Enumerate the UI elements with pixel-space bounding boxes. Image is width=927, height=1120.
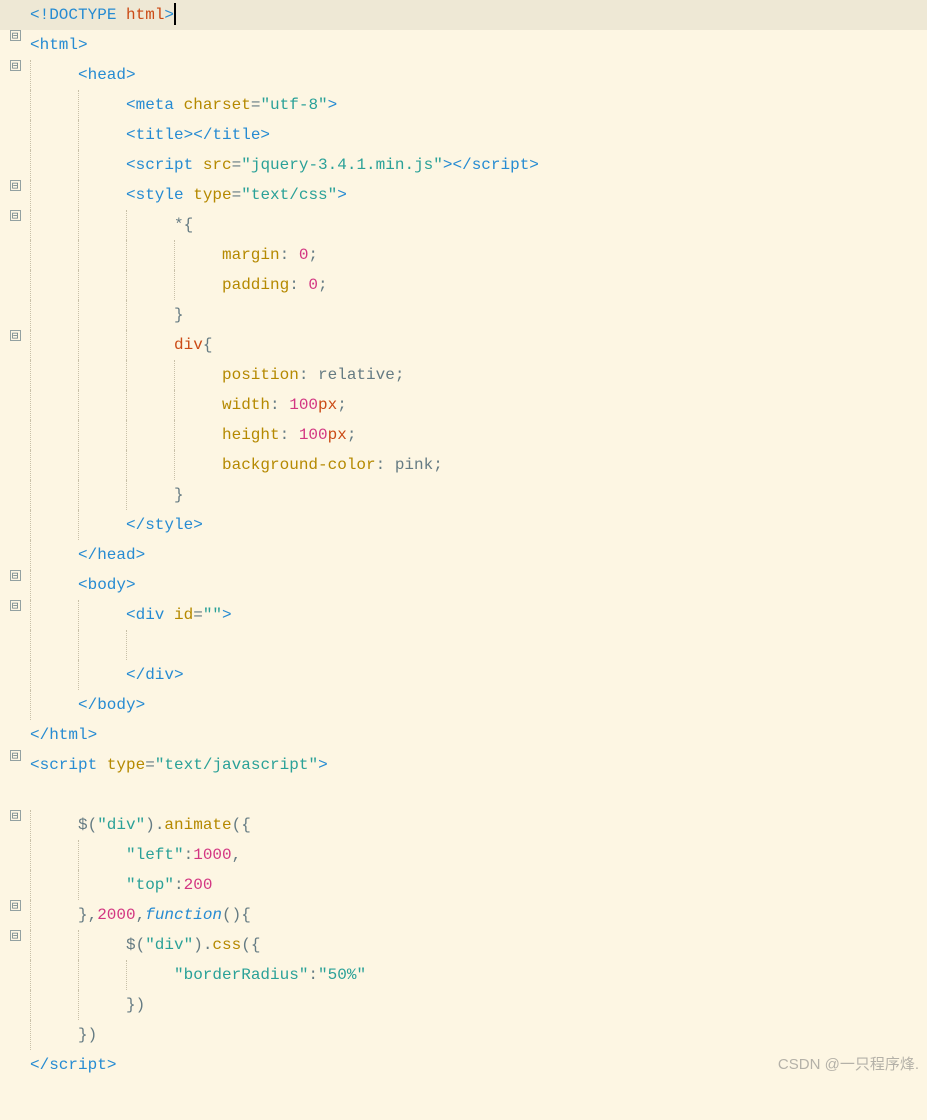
fold-toggle-icon[interactable]: ⊟	[10, 810, 21, 821]
code-line[interactable]: ⊟ *{	[0, 210, 927, 240]
code-line[interactable]: height: 100px;	[0, 420, 927, 450]
code-line[interactable]: </body>	[0, 690, 927, 720]
code-line[interactable]: ⊟ <head>	[0, 60, 927, 90]
code-line[interactable]: <title></title>	[0, 120, 927, 150]
fold-toggle-icon[interactable]: ⊟	[10, 930, 21, 941]
fold-toggle-icon[interactable]: ⊟	[10, 570, 21, 581]
fold-toggle-icon[interactable]: ⊟	[10, 900, 21, 911]
code-line[interactable]: ⊟ <div id="">	[0, 600, 927, 630]
code-line[interactable]: ⊟ $("div").animate({	[0, 810, 927, 840]
code-line[interactable]: "borderRadius":"50%"	[0, 960, 927, 990]
code-line[interactable]	[0, 630, 927, 660]
fold-toggle-icon[interactable]: ⊟	[10, 600, 21, 611]
code-line[interactable]: padding: 0;	[0, 270, 927, 300]
code-line[interactable]: ⊟ <script type="text/javascript">	[0, 750, 927, 780]
code-line[interactable]: ⊟ },2000,function(){	[0, 900, 927, 930]
code-line[interactable]: ⊟ div{	[0, 330, 927, 360]
code-line[interactable]: <meta charset="utf-8">	[0, 90, 927, 120]
fold-toggle-icon[interactable]: ⊟	[10, 60, 21, 71]
code-line[interactable]: </html>	[0, 720, 927, 750]
code-line[interactable]: }	[0, 300, 927, 330]
fold-toggle-icon[interactable]: ⊟	[10, 30, 21, 41]
code-line[interactable]: ⊟ <html>	[0, 30, 927, 60]
code-line[interactable]: ⊟ $("div").css({	[0, 930, 927, 960]
doctype-tag: <!DOCTYPE	[30, 6, 126, 24]
code-line[interactable]: "top":200	[0, 870, 927, 900]
fold-toggle-icon[interactable]: ⊟	[10, 180, 21, 191]
code-line[interactable]: </style>	[0, 510, 927, 540]
code-line[interactable]: </div>	[0, 660, 927, 690]
code-line[interactable]: "left":1000,	[0, 840, 927, 870]
code-line[interactable]: }	[0, 480, 927, 510]
code-line[interactable]: width: 100px;	[0, 390, 927, 420]
code-line[interactable]: ⊟ <style type="text/css">	[0, 180, 927, 210]
code-line[interactable]: position: relative;	[0, 360, 927, 390]
fold-toggle-icon[interactable]: ⊟	[10, 750, 21, 761]
code-line[interactable]	[0, 780, 927, 810]
code-line[interactable]: })	[0, 990, 927, 1020]
code-line[interactable]: margin: 0;	[0, 240, 927, 270]
fold-toggle-icon[interactable]: ⊟	[10, 330, 21, 341]
text-cursor	[174, 3, 176, 25]
watermark-text: CSDN @一只程序烽.	[778, 1053, 919, 1074]
fold-toggle-icon[interactable]: ⊟	[10, 210, 21, 221]
code-line[interactable]: </head>	[0, 540, 927, 570]
code-line[interactable]: ⊟ <body>	[0, 570, 927, 600]
code-line[interactable]: background-color: pink;	[0, 450, 927, 480]
code-line[interactable]: })	[0, 1020, 927, 1050]
code-line[interactable]: <script src="jquery-3.4.1.min.js"></scri…	[0, 150, 927, 180]
code-line[interactable]: <!DOCTYPE html>	[0, 0, 927, 30]
code-editor[interactable]: <!DOCTYPE html> ⊟ <html> ⊟ <head> <meta …	[0, 0, 927, 1080]
